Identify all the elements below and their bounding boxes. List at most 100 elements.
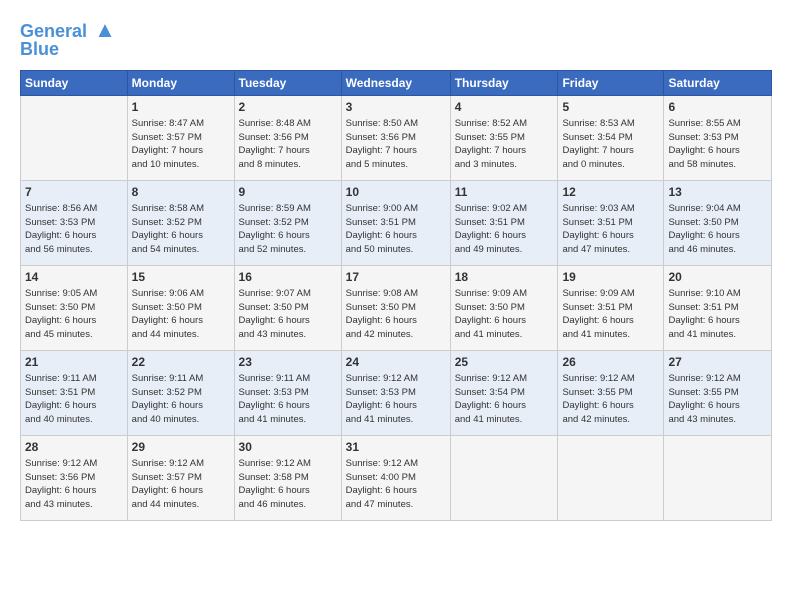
calendar-cell: 24Sunrise: 9:12 AMSunset: 3:53 PMDayligh… xyxy=(341,350,450,435)
day-info: Sunrise: 9:12 AMSunset: 4:00 PMDaylight:… xyxy=(346,457,446,512)
day-info: Sunrise: 9:11 AMSunset: 3:51 PMDaylight:… xyxy=(25,372,123,427)
calendar-cell: 31Sunrise: 9:12 AMSunset: 4:00 PMDayligh… xyxy=(341,435,450,520)
logo-general: General xyxy=(20,21,87,41)
calendar-cell: 19Sunrise: 9:09 AMSunset: 3:51 PMDayligh… xyxy=(558,265,664,350)
calendar-cell: 10Sunrise: 9:00 AMSunset: 3:51 PMDayligh… xyxy=(341,180,450,265)
calendar-cell: 11Sunrise: 9:02 AMSunset: 3:51 PMDayligh… xyxy=(450,180,558,265)
day-info: Sunrise: 8:47 AMSunset: 3:57 PMDaylight:… xyxy=(132,117,230,172)
day-info: Sunrise: 9:05 AMSunset: 3:50 PMDaylight:… xyxy=(25,287,123,342)
day-number: 25 xyxy=(455,354,554,371)
calendar-cell xyxy=(664,435,772,520)
calendar-cell: 25Sunrise: 9:12 AMSunset: 3:54 PMDayligh… xyxy=(450,350,558,435)
day-number: 21 xyxy=(25,354,123,371)
week-row-1: 1Sunrise: 8:47 AMSunset: 3:57 PMDaylight… xyxy=(21,95,772,180)
day-info: Sunrise: 9:12 AMSunset: 3:58 PMDaylight:… xyxy=(239,457,337,512)
day-number: 29 xyxy=(132,439,230,456)
day-number: 4 xyxy=(455,99,554,116)
calendar-cell: 30Sunrise: 9:12 AMSunset: 3:58 PMDayligh… xyxy=(234,435,341,520)
calendar-cell: 29Sunrise: 9:12 AMSunset: 3:57 PMDayligh… xyxy=(127,435,234,520)
day-number: 13 xyxy=(668,184,767,201)
weekday-header-tuesday: Tuesday xyxy=(234,70,341,95)
day-info: Sunrise: 8:55 AMSunset: 3:53 PMDaylight:… xyxy=(668,117,767,172)
day-info: Sunrise: 9:09 AMSunset: 3:50 PMDaylight:… xyxy=(455,287,554,342)
day-number: 26 xyxy=(562,354,659,371)
day-info: Sunrise: 9:12 AMSunset: 3:55 PMDaylight:… xyxy=(668,372,767,427)
day-info: Sunrise: 9:12 AMSunset: 3:57 PMDaylight:… xyxy=(132,457,230,512)
day-number: 2 xyxy=(239,99,337,116)
calendar-cell: 12Sunrise: 9:03 AMSunset: 3:51 PMDayligh… xyxy=(558,180,664,265)
day-number: 27 xyxy=(668,354,767,371)
logo-blue: Blue xyxy=(20,40,116,60)
day-info: Sunrise: 9:07 AMSunset: 3:50 PMDaylight:… xyxy=(239,287,337,342)
calendar-cell: 17Sunrise: 9:08 AMSunset: 3:50 PMDayligh… xyxy=(341,265,450,350)
day-info: Sunrise: 9:03 AMSunset: 3:51 PMDaylight:… xyxy=(562,202,659,257)
day-info: Sunrise: 8:56 AMSunset: 3:53 PMDaylight:… xyxy=(25,202,123,257)
calendar-cell: 7Sunrise: 8:56 AMSunset: 3:53 PMDaylight… xyxy=(21,180,128,265)
weekday-row: SundayMondayTuesdayWednesdayThursdayFrid… xyxy=(21,70,772,95)
calendar-table: SundayMondayTuesdayWednesdayThursdayFrid… xyxy=(20,70,772,521)
weekday-header-sunday: Sunday xyxy=(21,70,128,95)
day-number: 1 xyxy=(132,99,230,116)
day-number: 19 xyxy=(562,269,659,286)
day-number: 15 xyxy=(132,269,230,286)
calendar-cell: 16Sunrise: 9:07 AMSunset: 3:50 PMDayligh… xyxy=(234,265,341,350)
day-info: Sunrise: 9:11 AMSunset: 3:52 PMDaylight:… xyxy=(132,372,230,427)
day-number: 10 xyxy=(346,184,446,201)
calendar-header: SundayMondayTuesdayWednesdayThursdayFrid… xyxy=(21,70,772,95)
weekday-header-saturday: Saturday xyxy=(664,70,772,95)
calendar-cell: 14Sunrise: 9:05 AMSunset: 3:50 PMDayligh… xyxy=(21,265,128,350)
day-number: 11 xyxy=(455,184,554,201)
calendar-cell xyxy=(21,95,128,180)
week-row-5: 28Sunrise: 9:12 AMSunset: 3:56 PMDayligh… xyxy=(21,435,772,520)
calendar-cell: 15Sunrise: 9:06 AMSunset: 3:50 PMDayligh… xyxy=(127,265,234,350)
day-info: Sunrise: 9:08 AMSunset: 3:50 PMDaylight:… xyxy=(346,287,446,342)
day-number: 7 xyxy=(25,184,123,201)
logo: General ▲ Blue xyxy=(20,18,116,60)
day-number: 16 xyxy=(239,269,337,286)
day-info: Sunrise: 9:10 AMSunset: 3:51 PMDaylight:… xyxy=(668,287,767,342)
calendar-cell: 21Sunrise: 9:11 AMSunset: 3:51 PMDayligh… xyxy=(21,350,128,435)
day-number: 8 xyxy=(132,184,230,201)
day-number: 9 xyxy=(239,184,337,201)
calendar-cell: 20Sunrise: 9:10 AMSunset: 3:51 PMDayligh… xyxy=(664,265,772,350)
weekday-header-friday: Friday xyxy=(558,70,664,95)
weekday-header-wednesday: Wednesday xyxy=(341,70,450,95)
day-number: 24 xyxy=(346,354,446,371)
day-info: Sunrise: 8:59 AMSunset: 3:52 PMDaylight:… xyxy=(239,202,337,257)
page: General ▲ Blue SundayMondayTuesdayWednes… xyxy=(0,0,792,612)
calendar-body: 1Sunrise: 8:47 AMSunset: 3:57 PMDaylight… xyxy=(21,95,772,520)
day-info: Sunrise: 9:04 AMSunset: 3:50 PMDaylight:… xyxy=(668,202,767,257)
calendar-cell: 26Sunrise: 9:12 AMSunset: 3:55 PMDayligh… xyxy=(558,350,664,435)
day-number: 12 xyxy=(562,184,659,201)
day-number: 3 xyxy=(346,99,446,116)
day-number: 6 xyxy=(668,99,767,116)
day-info: Sunrise: 8:52 AMSunset: 3:55 PMDaylight:… xyxy=(455,117,554,172)
calendar-cell: 4Sunrise: 8:52 AMSunset: 3:55 PMDaylight… xyxy=(450,95,558,180)
day-number: 30 xyxy=(239,439,337,456)
calendar-cell: 5Sunrise: 8:53 AMSunset: 3:54 PMDaylight… xyxy=(558,95,664,180)
day-info: Sunrise: 8:58 AMSunset: 3:52 PMDaylight:… xyxy=(132,202,230,257)
day-info: Sunrise: 9:12 AMSunset: 3:56 PMDaylight:… xyxy=(25,457,123,512)
header: General ▲ Blue xyxy=(20,18,772,60)
logo-bird-icon: ▲ xyxy=(94,17,116,42)
day-info: Sunrise: 9:12 AMSunset: 3:55 PMDaylight:… xyxy=(562,372,659,427)
day-info: Sunrise: 9:12 AMSunset: 3:54 PMDaylight:… xyxy=(455,372,554,427)
weekday-header-monday: Monday xyxy=(127,70,234,95)
calendar-cell: 22Sunrise: 9:11 AMSunset: 3:52 PMDayligh… xyxy=(127,350,234,435)
weekday-header-thursday: Thursday xyxy=(450,70,558,95)
day-number: 17 xyxy=(346,269,446,286)
day-info: Sunrise: 9:00 AMSunset: 3:51 PMDaylight:… xyxy=(346,202,446,257)
calendar-cell: 2Sunrise: 8:48 AMSunset: 3:56 PMDaylight… xyxy=(234,95,341,180)
week-row-3: 14Sunrise: 9:05 AMSunset: 3:50 PMDayligh… xyxy=(21,265,772,350)
day-number: 18 xyxy=(455,269,554,286)
calendar-cell: 28Sunrise: 9:12 AMSunset: 3:56 PMDayligh… xyxy=(21,435,128,520)
day-number: 14 xyxy=(25,269,123,286)
day-info: Sunrise: 9:06 AMSunset: 3:50 PMDaylight:… xyxy=(132,287,230,342)
calendar-cell: 18Sunrise: 9:09 AMSunset: 3:50 PMDayligh… xyxy=(450,265,558,350)
day-number: 5 xyxy=(562,99,659,116)
calendar-cell: 8Sunrise: 8:58 AMSunset: 3:52 PMDaylight… xyxy=(127,180,234,265)
day-info: Sunrise: 8:48 AMSunset: 3:56 PMDaylight:… xyxy=(239,117,337,172)
day-info: Sunrise: 9:11 AMSunset: 3:53 PMDaylight:… xyxy=(239,372,337,427)
day-number: 31 xyxy=(346,439,446,456)
day-info: Sunrise: 9:02 AMSunset: 3:51 PMDaylight:… xyxy=(455,202,554,257)
